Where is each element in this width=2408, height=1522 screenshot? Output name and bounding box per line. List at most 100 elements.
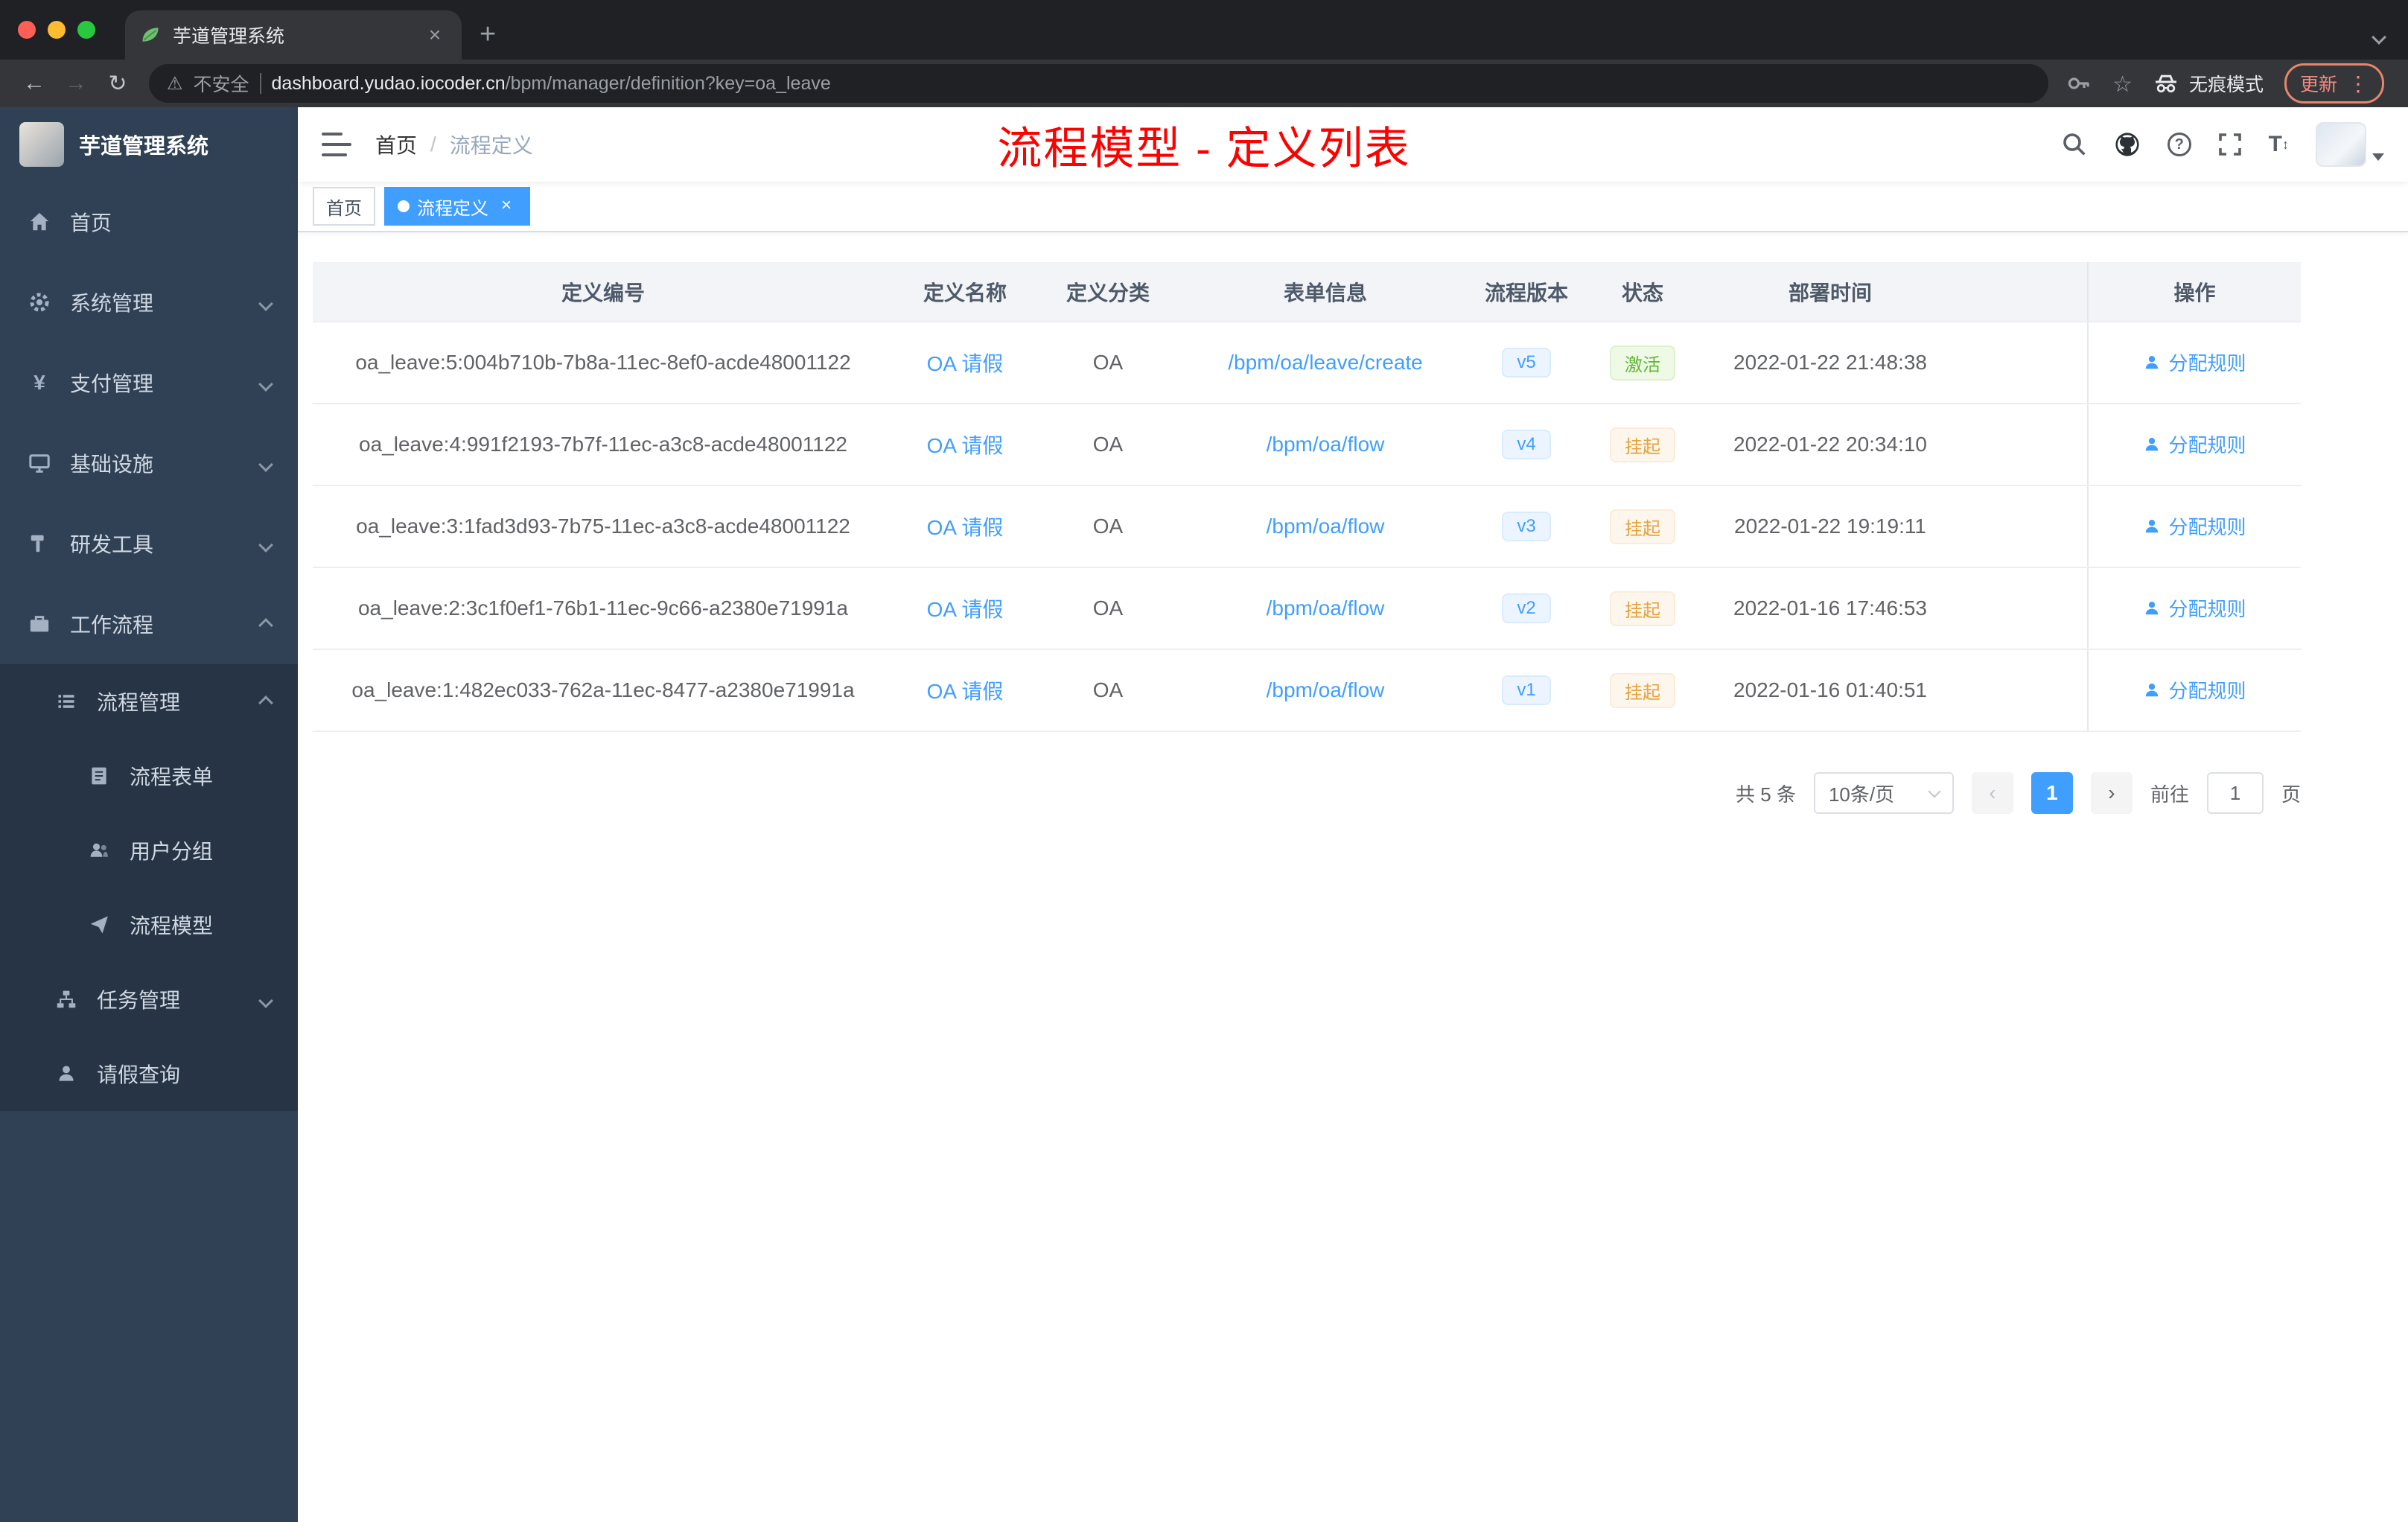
sidebar-item-process-model[interactable]: 流程模型 — [0, 888, 298, 962]
sidebar-item-infrastructure[interactable]: 基础设施 — [0, 423, 298, 503]
forward-button[interactable] — [57, 64, 95, 103]
tag-close-icon[interactable] — [496, 196, 517, 217]
bookmark-star-icon[interactable] — [2112, 70, 2133, 98]
definition-name-link[interactable]: OA 请假 — [927, 680, 1004, 703]
tab-close-icon[interactable]: × — [423, 23, 447, 47]
sidebar-item-user-group[interactable]: 用户分组 — [0, 813, 298, 888]
sidebar-item-process-management[interactable]: 流程管理 — [0, 664, 298, 739]
breadcrumb: 首页 / 流程定义 — [375, 130, 533, 159]
status-badge: 挂起 — [1610, 672, 1675, 708]
sidebar-item-label: 基础设施 — [70, 453, 154, 476]
user-icon — [2146, 683, 2159, 696]
form-document-icon — [86, 765, 112, 786]
chevron-up-icon — [258, 690, 273, 713]
browser-menu-icon[interactable] — [2348, 71, 2369, 96]
sidebar-item-label: 用户分组 — [130, 840, 214, 863]
column-header: 定义分类 — [1036, 262, 1179, 322]
deploy-time: 2022-01-22 20:34:10 — [1704, 404, 1957, 486]
form-info-link[interactable]: /bpm/oa/flow — [1267, 596, 1385, 620]
column-header: 状态 — [1582, 262, 1704, 322]
help-icon[interactable] — [2167, 133, 2191, 156]
tag-label: 流程定义 — [417, 198, 488, 219]
page-size-select[interactable]: 10条/页 — [1813, 772, 1954, 814]
tab-search-chevron-icon[interactable] — [2372, 21, 2386, 48]
red-annotation-text: 流程模型 - 定义列表 — [997, 123, 1411, 173]
definition-id: oa_leave:5:004b710b-7b8a-11ec-8ef0-acde4… — [313, 322, 894, 404]
url-domain: dashboard.yudao.iocoder.cn — [271, 72, 506, 94]
back-button[interactable] — [15, 64, 54, 103]
minimize-window-button[interactable] — [48, 21, 66, 39]
definition-name-link[interactable]: OA 请假 — [927, 352, 1004, 375]
font-size-icon[interactable] — [2269, 132, 2289, 157]
definition-name-link[interactable]: OA 请假 — [927, 598, 1004, 621]
sidebar-item-leave-query[interactable]: 请假查询 — [0, 1037, 298, 1111]
form-info-link[interactable]: /bpm/oa/flow — [1267, 433, 1385, 456]
sidebar-item-task-management[interactable]: 任务管理 — [0, 962, 298, 1037]
table-row: oa_leave:1:482ec033-762a-11ec-8477-a2380… — [313, 649, 2301, 732]
assign-rule-button[interactable]: 分配规则 — [2143, 676, 2246, 704]
table-row: oa_leave:4:991f2193-7b7f-11ec-a3c8-acde4… — [313, 404, 2301, 486]
address-bar[interactable]: 不安全 dashboard.yudao.iocoder.cn/bpm/manag… — [149, 64, 2049, 103]
list-icon — [54, 691, 79, 712]
sidebar-item-workflow[interactable]: 工作流程 — [0, 584, 298, 664]
browser-tab[interactable]: 芋道管理系统 × — [125, 10, 462, 60]
sidebar-item-devtools[interactable]: 研发工具 — [0, 503, 298, 584]
version-tag: v2 — [1502, 593, 1551, 623]
assign-rule-button[interactable]: 分配规则 — [2143, 594, 2246, 622]
chevron-up-icon — [258, 612, 273, 636]
prev-page-button[interactable] — [1971, 772, 2013, 814]
status-badge: 挂起 — [1610, 427, 1675, 462]
form-info-link[interactable]: /bpm/oa/leave/create — [1228, 351, 1423, 374]
definition-name-link[interactable]: OA 请假 — [927, 434, 1004, 457]
sidebar-item-payment[interactable]: 支付管理 — [0, 343, 298, 423]
deploy-time: 2022-01-16 17:46:53 — [1704, 567, 1957, 650]
fullscreen-icon[interactable] — [2218, 133, 2242, 156]
reload-button[interactable] — [98, 64, 137, 103]
browser-update-button[interactable]: 更新 — [2284, 63, 2384, 104]
org-tree-icon — [54, 989, 79, 1010]
caret-down-icon — [2372, 153, 2384, 161]
form-info-link[interactable]: /bpm/oa/flow — [1267, 678, 1385, 701]
definition-table: 定义编号 定义名称 定义分类 表单信息 流程版本 状态 部署时间 操作 oa_l… — [313, 262, 2301, 732]
tab-favicon-icon — [142, 28, 159, 42]
spacer-cell — [1957, 322, 2088, 404]
tag-process-definition[interactable]: 流程定义 — [384, 187, 530, 226]
next-page-button[interactable] — [2090, 772, 2133, 814]
zoom-window-button[interactable] — [77, 21, 95, 39]
close-window-button[interactable] — [18, 21, 36, 39]
gear-icon — [27, 291, 52, 313]
definition-category: OA — [1036, 404, 1179, 486]
sidebar-item-label: 任务管理 — [97, 989, 181, 1012]
github-icon[interactable] — [2114, 131, 2141, 158]
sidebar-item-label: 流程表单 — [130, 765, 214, 789]
user-group-icon — [86, 840, 112, 861]
user-icon — [54, 1063, 79, 1084]
version-tag: v5 — [1502, 348, 1551, 378]
sidebar-logo[interactable]: 芋道管理系统 — [0, 107, 298, 182]
definition-name-link[interactable]: OA 请假 — [927, 516, 1004, 539]
page-number-button[interactable]: 1 — [2030, 772, 2073, 814]
sidebar-item-process-form[interactable]: 流程表单 — [0, 739, 298, 813]
sidebar-item-home[interactable]: 首页 — [0, 182, 298, 262]
assign-rule-button[interactable]: 分配规则 — [2143, 512, 2246, 540]
avatar — [2316, 122, 2366, 167]
navbar-right-icons — [2062, 122, 2384, 167]
breadcrumb-home[interactable]: 首页 — [375, 130, 417, 159]
chevron-down-icon — [258, 371, 273, 395]
incognito-label: 无痕模式 — [2188, 74, 2264, 95]
page-unit-label: 页 — [2281, 783, 2301, 806]
sidebar-item-system[interactable]: 系统管理 — [0, 262, 298, 343]
form-info-link[interactable]: /bpm/oa/flow — [1267, 515, 1385, 538]
column-header: 流程版本 — [1471, 262, 1582, 322]
column-header-spacer — [1957, 262, 2088, 322]
assign-rule-button[interactable]: 分配规则 — [2143, 430, 2246, 458]
password-key-icon[interactable] — [2066, 71, 2092, 96]
search-icon[interactable] — [2062, 132, 2087, 157]
assign-rule-button[interactable]: 分配规则 — [2143, 348, 2246, 376]
goto-page-input[interactable] — [2206, 772, 2264, 814]
user-avatar-menu[interactable] — [2316, 122, 2384, 167]
column-header: 操作 — [2087, 262, 2301, 322]
new-tab-button[interactable]: + — [480, 19, 496, 51]
tag-home[interactable]: 首页 — [313, 187, 375, 226]
sidebar-toggle-icon[interactable] — [322, 133, 351, 156]
